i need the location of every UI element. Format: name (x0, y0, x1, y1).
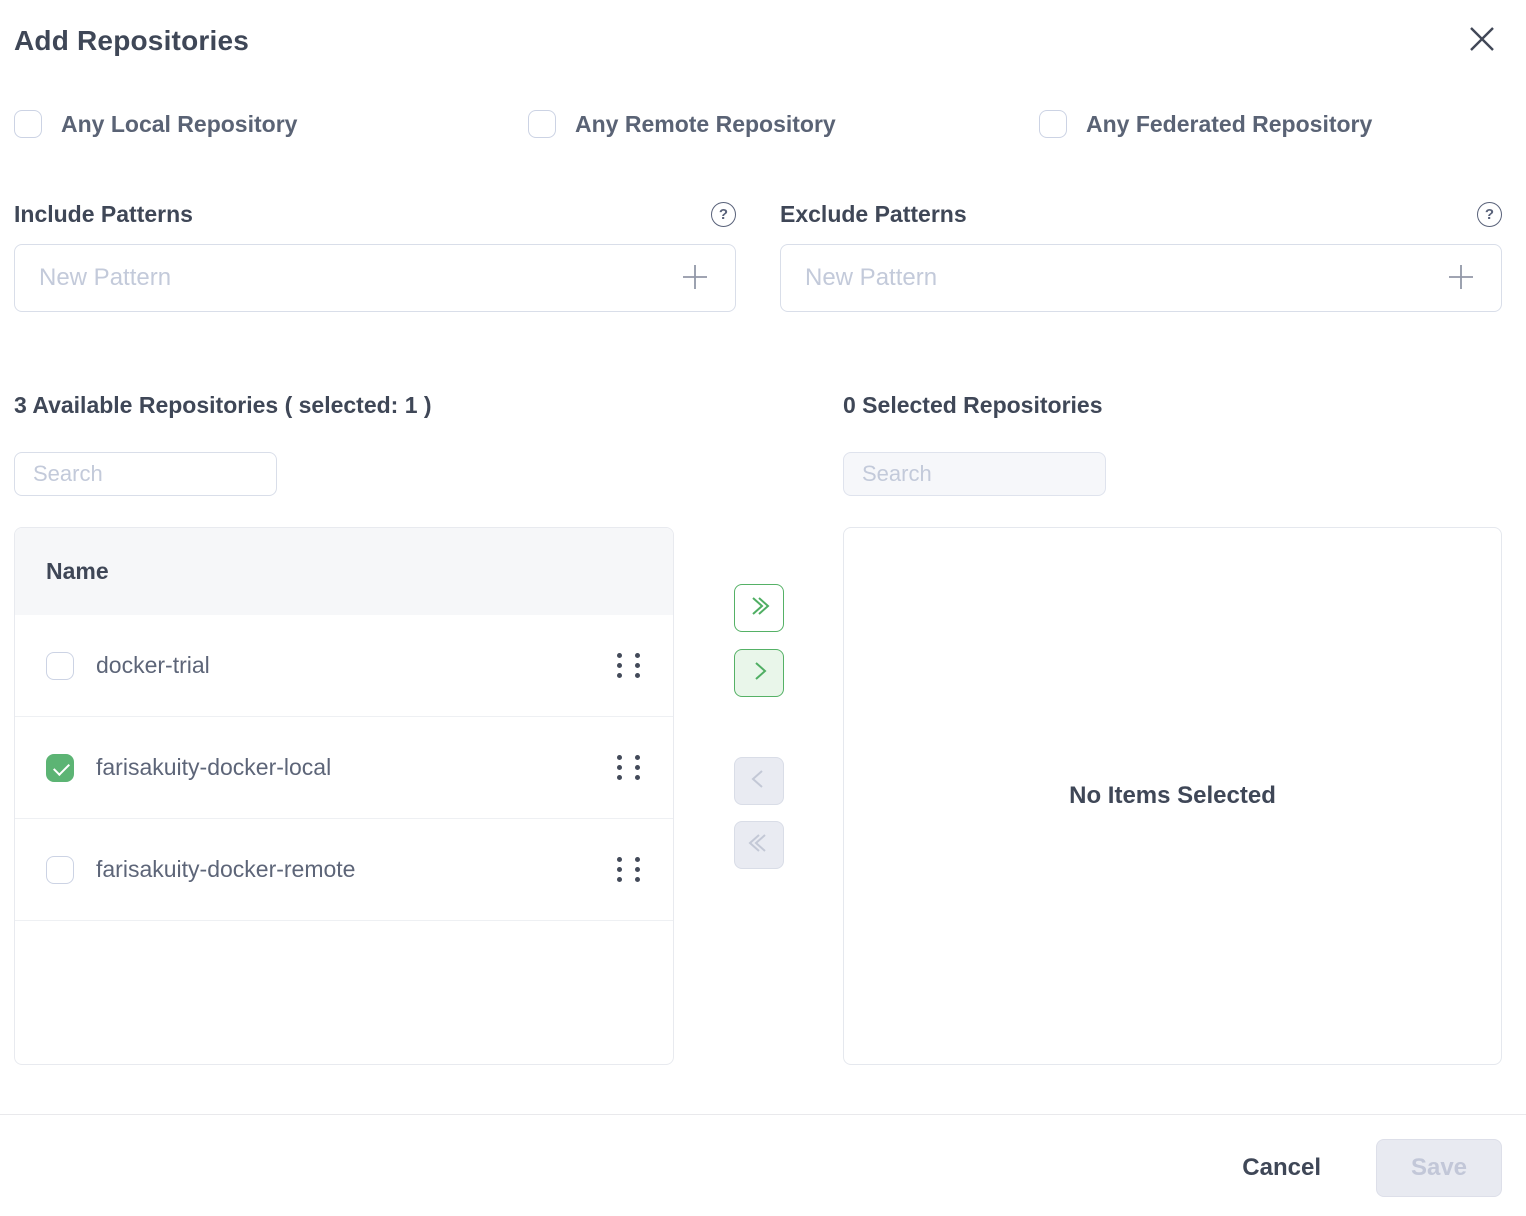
include-patterns-label: Include Patterns (14, 201, 193, 228)
save-button[interactable]: Save (1376, 1139, 1502, 1197)
include-patterns-section: Include Patterns ? (14, 201, 736, 312)
cancel-button[interactable]: Cancel (1242, 1154, 1321, 1182)
repository-name: farisakuity-docker-remote (96, 856, 355, 883)
available-repositories-panel: 3 Available Repositories ( selected: 1 )… (14, 392, 674, 1065)
exclude-pattern-field (780, 244, 1502, 312)
close-button[interactable] (1464, 22, 1500, 58)
available-repositories-header: 3 Available Repositories ( selected: 1 ) (14, 392, 674, 418)
name-column-header: Name (15, 528, 673, 615)
repository-transfer-section: 3 Available Repositories ( selected: 1 )… (14, 392, 1502, 1065)
x-icon (1466, 23, 1498, 58)
table-row[interactable]: farisakuity-docker-local (15, 717, 673, 819)
any-local-repository-label: Any Local Repository (61, 111, 297, 138)
available-repositories-table: Name docker-trial farisakuity-docker-loc… (14, 527, 674, 1065)
repository-name: farisakuity-docker-local (96, 754, 331, 781)
move-right-button[interactable] (734, 649, 784, 697)
exclude-pattern-input[interactable] (805, 264, 1445, 292)
any-local-repository-option: Any Local Repository (14, 110, 528, 138)
move-left-button[interactable] (734, 757, 784, 805)
move-all-right-button[interactable] (734, 584, 784, 632)
exclude-patterns-help-icon[interactable]: ? (1477, 202, 1502, 227)
selected-repositories-list: No Items Selected (843, 527, 1502, 1065)
any-remote-repository-checkbox[interactable] (528, 110, 556, 138)
dialog-footer: Cancel Save (0, 1115, 1526, 1197)
dialog-title: Add Repositories (14, 24, 1502, 58)
include-pattern-field (14, 244, 736, 312)
empty-state-text: No Items Selected (1069, 782, 1276, 810)
plus-icon (1446, 262, 1476, 295)
add-repositories-dialog: Add Repositories Any Local Repository An… (0, 0, 1526, 1216)
selected-search-input[interactable] (843, 452, 1106, 496)
plus-icon (680, 262, 710, 295)
patterns-section: Include Patterns ? Exclude Patterns ? (14, 201, 1502, 312)
include-pattern-input[interactable] (39, 264, 679, 292)
repo-type-filter-row: Any Local Repository Any Remote Reposito… (14, 110, 1502, 138)
include-patterns-help-icon[interactable]: ? (711, 202, 736, 227)
exclude-patterns-label: Exclude Patterns (780, 201, 967, 228)
row-checkbox[interactable] (46, 856, 74, 884)
available-search-input[interactable] (14, 452, 277, 496)
dialog-content: Add Repositories Any Local Repository An… (0, 0, 1526, 1065)
chevron-left-icon (745, 765, 773, 798)
drag-handle-icon[interactable] (613, 751, 644, 784)
add-exclude-pattern-button[interactable] (1445, 262, 1477, 294)
any-federated-repository-label: Any Federated Repository (1086, 111, 1372, 138)
any-federated-repository-checkbox[interactable] (1039, 110, 1067, 138)
row-checkbox[interactable] (46, 754, 74, 782)
drag-handle-icon[interactable] (613, 853, 644, 886)
transfer-buttons (674, 392, 843, 1065)
any-remote-repository-option: Any Remote Repository (528, 110, 1039, 138)
move-all-left-button[interactable] (734, 821, 784, 869)
chevron-right-icon (745, 657, 773, 690)
repository-name: docker-trial (96, 652, 210, 679)
drag-handle-icon[interactable] (613, 649, 644, 682)
any-local-repository-checkbox[interactable] (14, 110, 42, 138)
selected-repositories-panel: 0 Selected Repositories No Items Selecte… (843, 392, 1502, 1065)
table-row[interactable]: farisakuity-docker-remote (15, 819, 673, 921)
table-row[interactable]: docker-trial (15, 615, 673, 717)
any-federated-repository-option: Any Federated Repository (1039, 110, 1502, 138)
dialog-header: Add Repositories (14, 24, 1502, 58)
exclude-patterns-section: Exclude Patterns ? (780, 201, 1502, 312)
row-checkbox[interactable] (46, 652, 74, 680)
add-include-pattern-button[interactable] (679, 262, 711, 294)
any-remote-repository-label: Any Remote Repository (575, 111, 836, 138)
double-chevron-right-icon (745, 592, 773, 625)
selected-repositories-header: 0 Selected Repositories (843, 392, 1502, 418)
double-chevron-left-icon (745, 829, 773, 862)
